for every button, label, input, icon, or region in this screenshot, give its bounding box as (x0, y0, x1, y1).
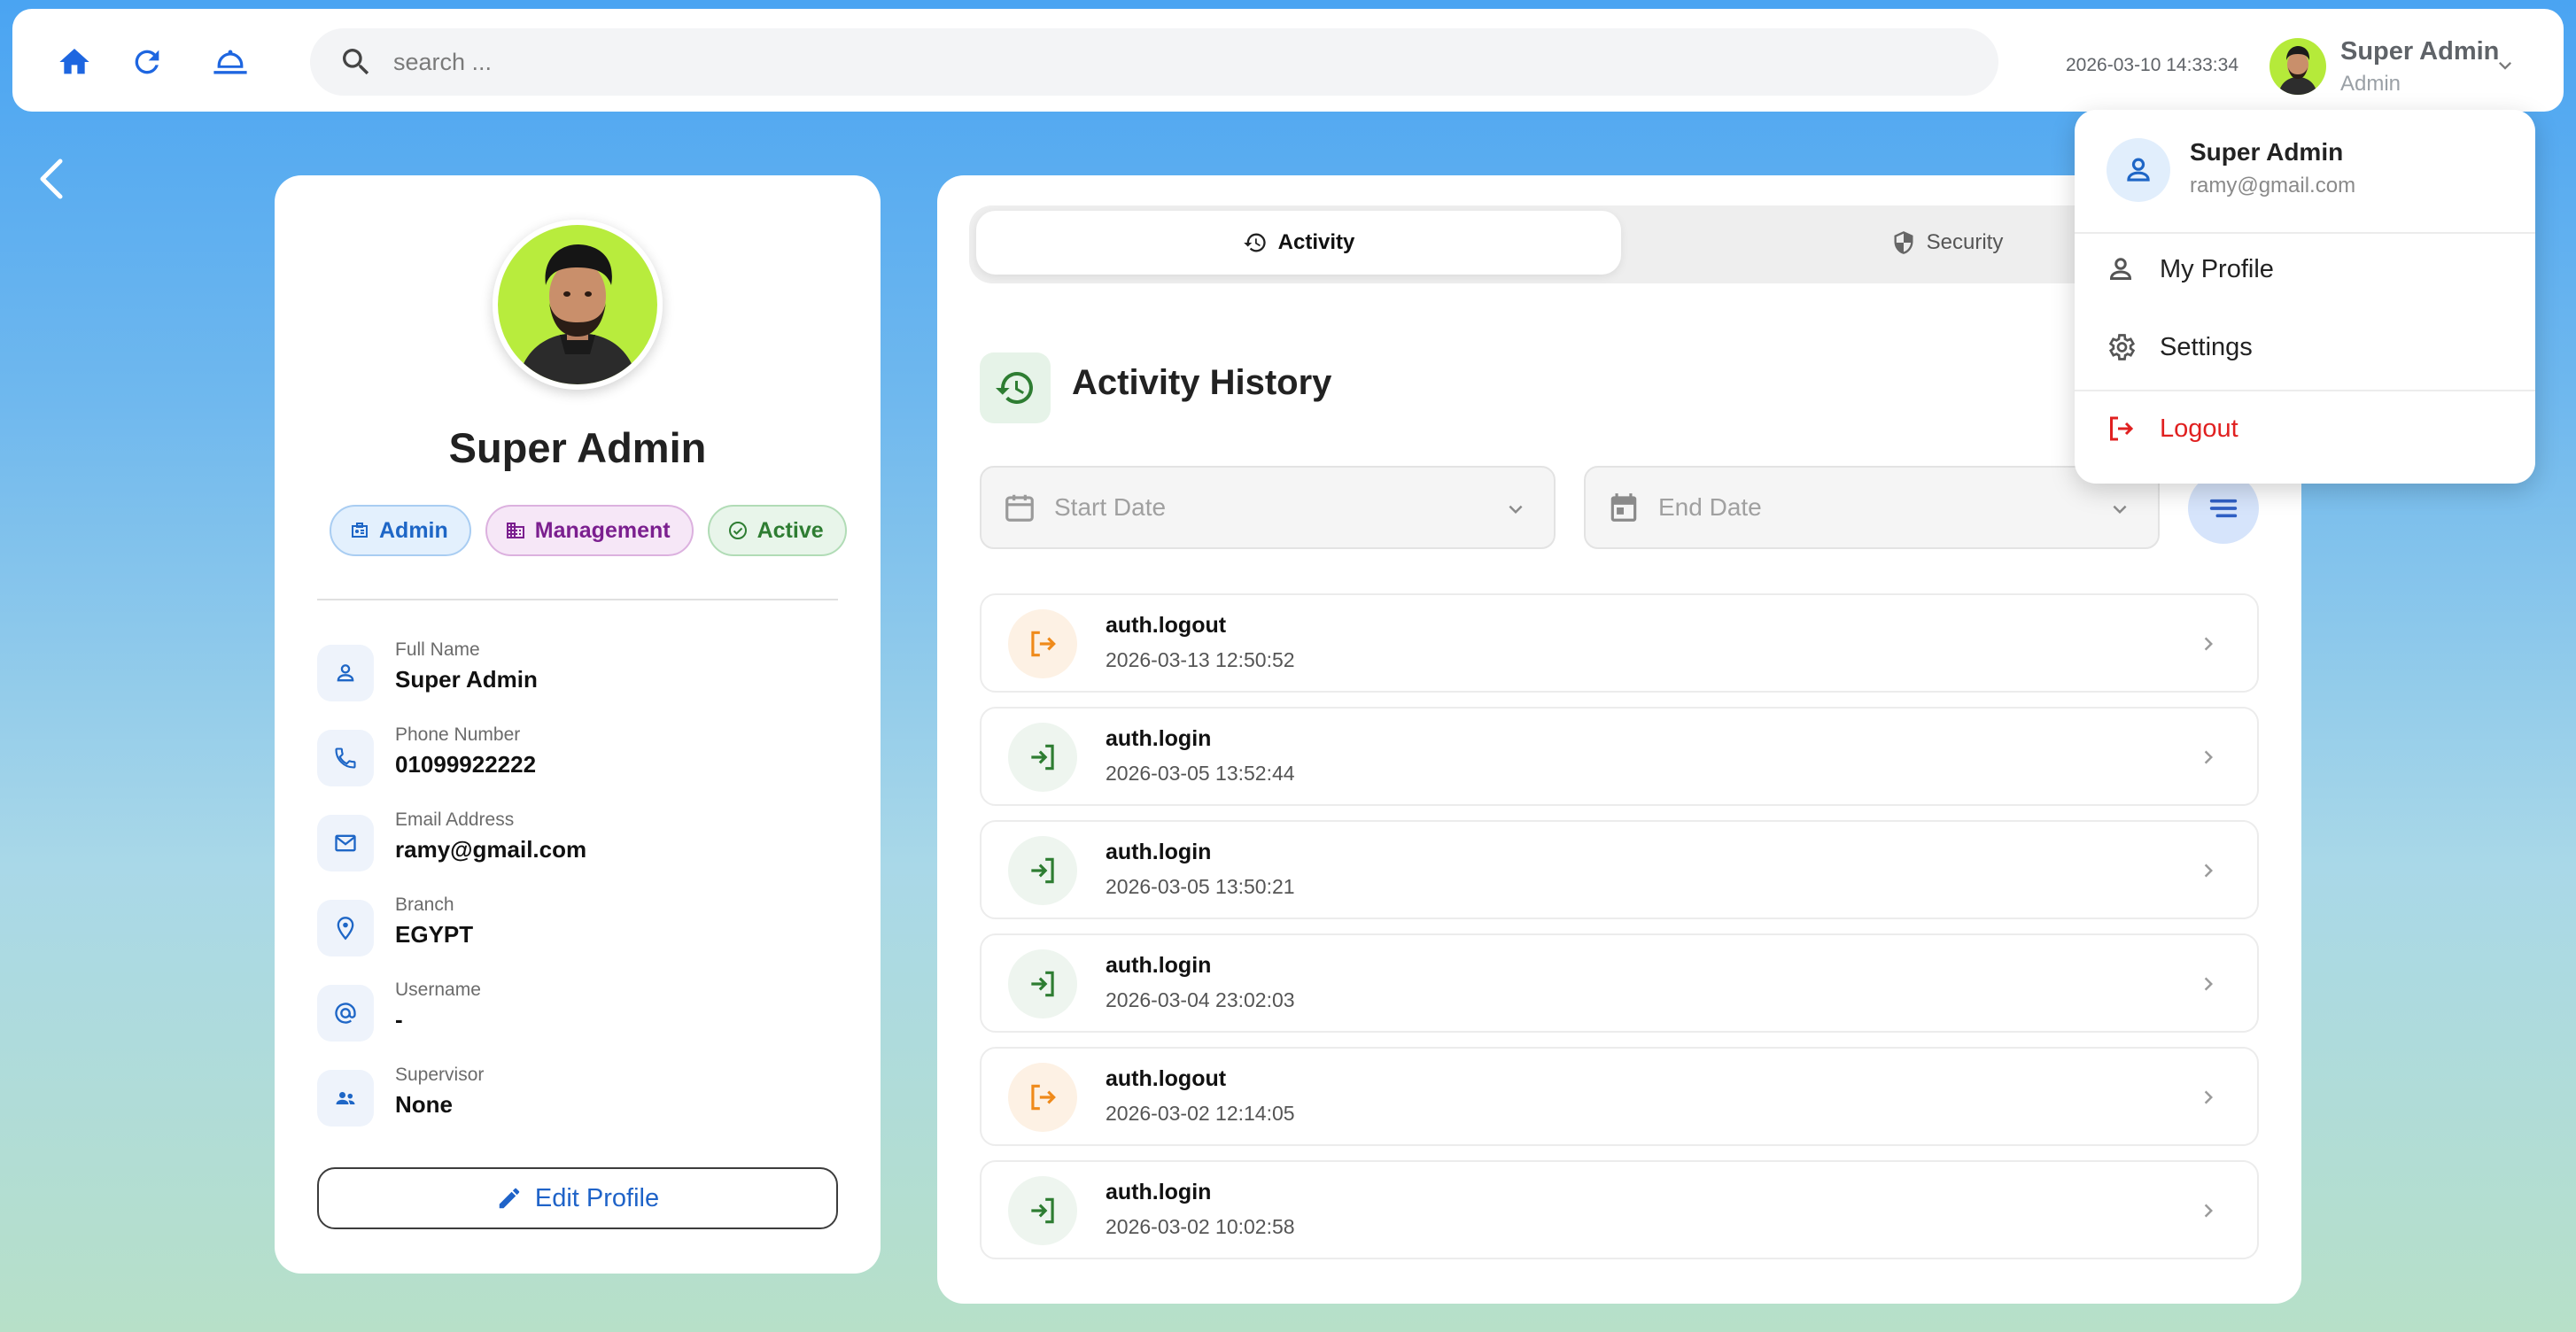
role-chips: Admin Management Active (330, 505, 847, 556)
gear-icon (2108, 334, 2136, 360)
user-menu-toggle[interactable]: Super Admin Admin (2270, 35, 2535, 97)
chevron-right-icon (2204, 637, 2213, 651)
mail-icon (335, 834, 356, 852)
badge-icon (352, 523, 368, 538)
service-bell-icon (213, 50, 247, 74)
search-input[interactable] (393, 48, 1899, 76)
service-bell-button[interactable] (211, 43, 250, 81)
refresh-button[interactable] (128, 43, 167, 81)
login-icon (1031, 857, 1054, 884)
avatar (2270, 38, 2326, 95)
activity-item[interactable]: auth.logout 2026-03-02 12:14:05 (980, 1047, 2259, 1146)
datetime-display: 2026-03-10 14:33:34 (2066, 55, 2238, 75)
divider (317, 599, 838, 600)
user-dropdown-menu: Super Admin ramy@gmail.com My Profile Se… (2075, 110, 2535, 484)
calendar-icon (1610, 493, 1637, 522)
history-icon (996, 372, 1033, 404)
tab-activity[interactable]: Activity (976, 211, 1621, 275)
profile-card: Super Admin Admin Management Active Full… (275, 175, 881, 1274)
activity-item[interactable]: auth.login 2026-03-05 13:52:44 (980, 707, 2259, 806)
home-button[interactable] (55, 43, 94, 81)
filter-lines-icon (2209, 499, 2238, 518)
chevron-down-icon (2113, 505, 2127, 514)
activity-item[interactable]: auth.login 2026-03-05 13:50:21 (980, 820, 2259, 919)
activity-history-title: Activity History (1072, 363, 1332, 402)
logout-icon (1031, 631, 1056, 657)
home-icon (59, 49, 89, 74)
check-circle-icon (728, 522, 747, 539)
activity-item[interactable]: auth.login 2026-03-04 23:02:03 (980, 933, 2259, 1033)
history-icon (1243, 233, 1266, 252)
profile-avatar (493, 220, 663, 390)
top-bar: 2026-03-10 14:33:34 Super Admin Admin (12, 9, 2564, 112)
profile-name: Super Admin (448, 424, 707, 471)
people-icon (336, 1092, 355, 1104)
activity-history-badge (980, 352, 1051, 423)
chip-admin: Admin (330, 505, 471, 556)
chevron-right-icon (2204, 1090, 2213, 1104)
menu-item-logout[interactable]: Logout (2075, 393, 2535, 464)
filter-button[interactable] (2188, 473, 2259, 544)
menu-item-settings[interactable]: Settings (2075, 312, 2535, 383)
menu-user-email: ramy@gmail.com (2190, 174, 2356, 197)
search-icon (343, 49, 369, 75)
user-role: Admin (2340, 71, 2401, 96)
person-icon (337, 664, 354, 682)
pencil-icon (499, 1188, 520, 1209)
activity-item[interactable]: auth.logout 2026-03-13 12:50:52 (980, 593, 2259, 693)
start-date-picker[interactable]: Start Date (980, 466, 1556, 549)
shield-icon (1894, 231, 1913, 254)
chevron-right-icon (2204, 863, 2213, 878)
chevron-down-icon (2499, 62, 2511, 70)
building-icon (506, 523, 524, 538)
refresh-icon (135, 50, 159, 74)
back-button[interactable] (32, 156, 71, 202)
login-icon (1031, 971, 1054, 997)
chip-management: Management (485, 505, 694, 556)
menu-item-my-profile[interactable]: My Profile (2075, 234, 2535, 305)
end-date-picker[interactable]: End Date (1584, 466, 2160, 549)
login-icon (1031, 744, 1054, 771)
person-icon (2109, 258, 2132, 280)
logout-icon (1031, 1084, 1056, 1111)
location-pin-icon (337, 917, 354, 941)
avatar (2107, 138, 2170, 202)
chevron-down-icon (1509, 505, 1523, 514)
menu-user-name: Super Admin (2190, 138, 2344, 166)
calendar-icon (1005, 494, 1034, 522)
chevron-left-icon (40, 159, 63, 199)
logout-icon (2110, 416, 2134, 441)
search-bar (310, 28, 1998, 96)
activity-item[interactable]: auth.login 2026-03-02 10:02:58 (980, 1160, 2259, 1259)
phone-icon (335, 747, 356, 769)
edit-profile-button[interactable]: Edit Profile (317, 1167, 838, 1229)
at-sign-icon (335, 1003, 356, 1024)
chip-active: Active (707, 505, 847, 556)
chevron-right-icon (2204, 750, 2213, 764)
person-icon (2127, 158, 2150, 182)
user-name: Super Admin (2340, 36, 2500, 66)
chevron-right-icon (2204, 977, 2213, 991)
divider (2075, 390, 2535, 391)
chevron-right-icon (2204, 1204, 2213, 1218)
login-icon (1031, 1197, 1054, 1224)
